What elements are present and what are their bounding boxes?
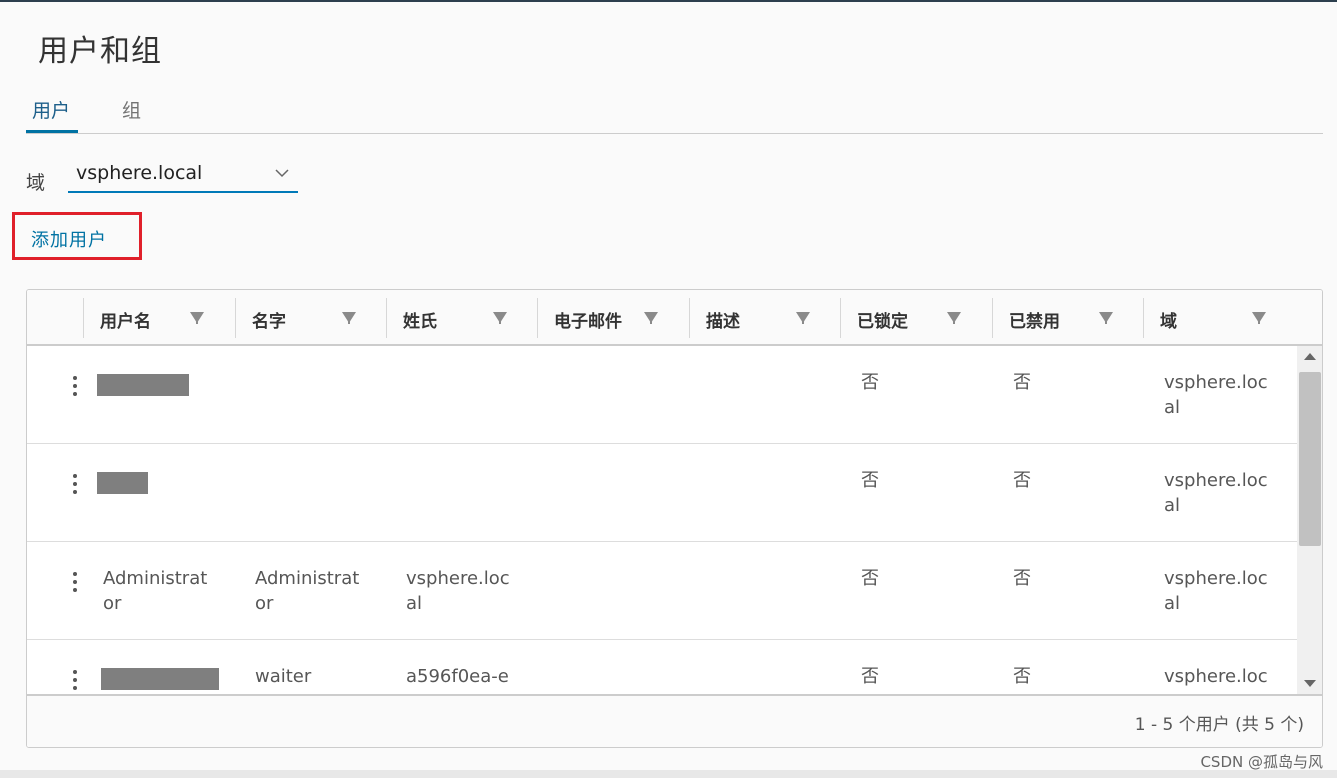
scrollbar-thumb[interactable] [1299, 372, 1321, 546]
domain-select-value: vsphere.local [76, 162, 203, 184]
scroll-up-icon[interactable] [1304, 352, 1316, 362]
filter-icon[interactable] [190, 312, 204, 324]
scroll-down-icon[interactable] [1304, 678, 1316, 688]
column-header-disabled[interactable]: 已禁用 [992, 298, 1143, 338]
filter-icon[interactable] [342, 312, 356, 324]
table-row: waiter a596f0ea-e 否 否 vsphere.loc [27, 640, 1297, 694]
filter-icon[interactable] [947, 312, 961, 324]
filter-icon[interactable] [796, 312, 810, 324]
row-actions-icon[interactable] [67, 668, 83, 692]
cell-locked: 否 [861, 666, 879, 687]
users-datagrid: 用户名 名字 姓氏 电子邮件 描述 已锁定 已禁用 域 否 否 vsphere.… [26, 289, 1323, 748]
redacted-username [97, 374, 189, 396]
cell-domain: vsphere.local [1164, 372, 1268, 418]
row-actions-icon[interactable] [67, 472, 83, 496]
column-label: 用户名 [100, 312, 151, 332]
cell-last-name: vsphere.local [406, 568, 510, 614]
column-header-first-name[interactable]: 名字 [235, 298, 386, 338]
domain-label: 域 [26, 172, 46, 194]
cell-domain: vsphere.local [1164, 568, 1268, 614]
column-label: 姓氏 [403, 312, 437, 332]
redacted-username [101, 668, 219, 690]
table-row: 否 否 vsphere.local [27, 346, 1297, 444]
chevron-down-icon [275, 169, 289, 178]
column-header-domain[interactable]: 域 [1143, 298, 1322, 338]
tab-users[interactable]: 用户 [26, 92, 78, 133]
cell-disabled: 否 [1013, 372, 1031, 393]
cell-last-name: a596f0ea-e [406, 666, 509, 687]
column-header-username[interactable]: 用户名 [83, 298, 235, 338]
top-border [0, 0, 1337, 2]
filter-icon[interactable] [1099, 312, 1113, 324]
column-header-email[interactable]: 电子邮件 [537, 298, 689, 338]
column-label: 已禁用 [1009, 312, 1060, 332]
pagination-count: 1 - 5 个用户 (共 5 个) [1134, 715, 1304, 735]
cell-first-name: waiter [255, 666, 312, 687]
bottom-strip [0, 770, 1337, 778]
cell-locked: 否 [861, 372, 879, 393]
filter-icon[interactable] [1252, 312, 1266, 324]
grid-footer: 1 - 5 个用户 (共 5 个) [27, 694, 1322, 747]
grid-header: 用户名 名字 姓氏 电子邮件 描述 已锁定 已禁用 域 [27, 290, 1322, 346]
column-label: 名字 [252, 312, 286, 332]
add-user-link[interactable]: 添加用户 [31, 226, 107, 252]
column-header-last-name[interactable]: 姓氏 [386, 298, 537, 338]
column-label: 电子邮件 [554, 312, 622, 332]
cell-disabled: 否 [1013, 666, 1031, 687]
filter-icon[interactable] [493, 312, 507, 324]
vertical-scrollbar[interactable] [1297, 346, 1322, 694]
cell-locked: 否 [861, 568, 879, 589]
column-label: 域 [1160, 312, 1177, 332]
column-label: 描述 [706, 312, 740, 332]
cell-domain: vsphere.local [1164, 470, 1268, 516]
column-label: 已锁定 [857, 312, 908, 332]
watermark-text: CSDN @孤岛与风 [1200, 753, 1323, 771]
cell-username: Administrator [103, 568, 208, 614]
cell-first-name: Administrator [255, 568, 360, 614]
cell-disabled: 否 [1013, 568, 1031, 589]
tab-groups[interactable]: 组 [116, 92, 147, 133]
column-header-locked[interactable]: 已锁定 [840, 298, 992, 338]
redacted-username [97, 472, 148, 494]
domain-select[interactable]: vsphere.local [68, 157, 298, 193]
grid-body: 否 否 vsphere.local 否 否 vsphere.local Admi… [27, 346, 1297, 694]
cell-domain: vsphere.loc [1164, 666, 1268, 687]
row-actions-icon[interactable] [67, 374, 83, 398]
page-title: 用户和组 [38, 34, 162, 69]
cell-locked: 否 [861, 470, 879, 491]
column-header-description[interactable]: 描述 [689, 298, 840, 338]
filter-icon[interactable] [644, 312, 658, 324]
tab-bar: 用户 组 [26, 92, 1323, 134]
row-actions-icon[interactable] [67, 570, 83, 594]
cell-disabled: 否 [1013, 470, 1031, 491]
table-row: 否 否 vsphere.local [27, 444, 1297, 542]
add-user-highlight: 添加用户 [12, 212, 142, 260]
table-row: Administrator Administrator vsphere.loca… [27, 542, 1297, 640]
